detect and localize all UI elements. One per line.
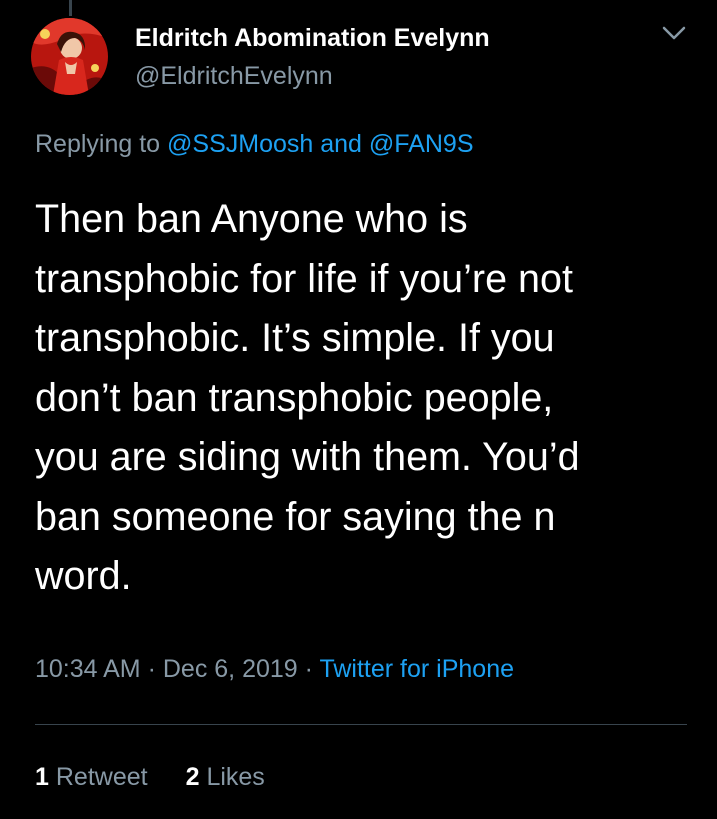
avatar[interactable] — [31, 18, 108, 95]
tweet-line: don’t ban transphobic people, — [35, 375, 554, 420]
retweets-count: 1 — [35, 763, 49, 791]
meta-separator: · — [304, 655, 313, 683]
mention-link-ssjmoosh[interactable]: @SSJMoosh — [167, 130, 313, 158]
mention-link-fan9s[interactable]: @FAN9S — [369, 130, 474, 158]
retweets-label: Retweet — [55, 763, 148, 791]
tweet-date[interactable]: Dec 6, 2019 — [163, 655, 298, 683]
tweet-line: transphobic for life if you’re not — [35, 256, 573, 301]
author-handle[interactable]: @EldritchEvelynn — [135, 62, 333, 91]
tweet-source-link[interactable]: Twitter for iPhone — [319, 655, 514, 683]
retweets-stat[interactable]: 1 Retweet — [35, 763, 148, 791]
tweet-line: ban someone for saying the n — [35, 494, 556, 539]
avatar-image-icon — [31, 18, 108, 95]
tweet-line: Then ban Anyone who is — [35, 197, 468, 241]
tweet-line: word. — [35, 554, 132, 598]
replying-to: Replying to @SSJMoosh and @FAN9S — [35, 130, 474, 159]
tweet-meta: 10:34 AM · Dec 6, 2019 · Twitter for iPh… — [35, 655, 514, 684]
engagement-stats: 1 Retweet 2 Likes — [35, 763, 265, 792]
likes-stat[interactable]: 2 Likes — [186, 763, 265, 791]
likes-label: Likes — [206, 763, 265, 791]
tweet-line: transphobic. It’s simple. If you — [35, 316, 555, 360]
divider — [35, 724, 687, 725]
tweet-body: Then ban Anyone who is transphobic for l… — [35, 190, 700, 607]
meta-separator: · — [147, 655, 156, 683]
mention-conjunction: and — [320, 130, 362, 158]
likes-count: 2 — [185, 763, 200, 791]
replying-to-label: Replying to — [35, 130, 161, 158]
author-display-name[interactable]: Eldritch Abomination Evelynn — [135, 24, 490, 53]
thread-connector-line — [69, 0, 72, 16]
chevron-down-icon[interactable] — [660, 22, 688, 44]
tweet-line: you are siding with them. You’d — [35, 435, 580, 479]
tweet-time[interactable]: 10:34 AM — [35, 655, 141, 683]
